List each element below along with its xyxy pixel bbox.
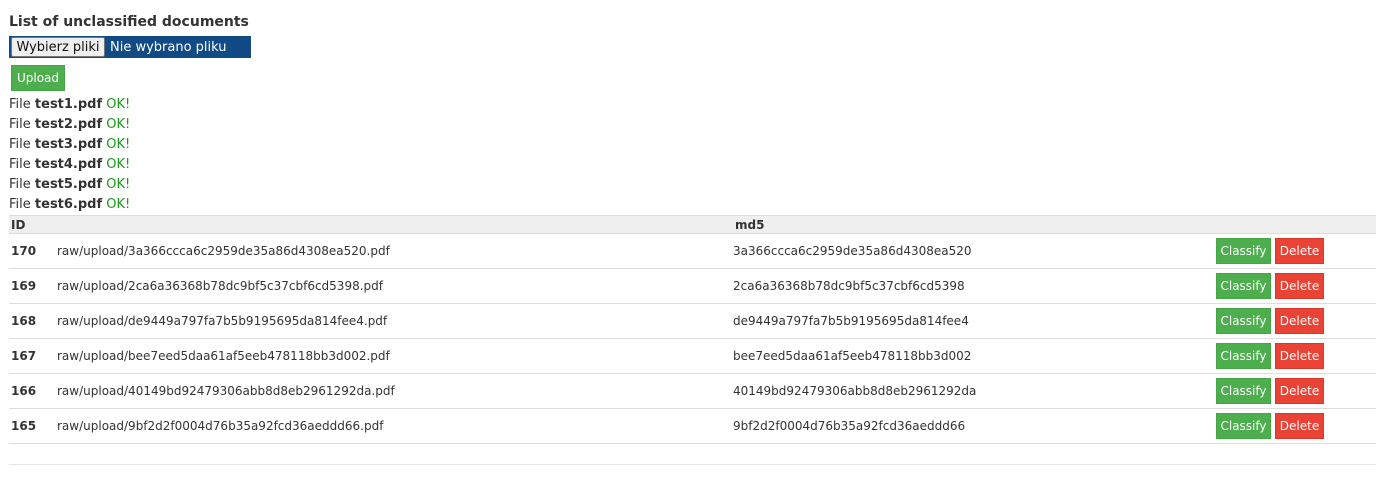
row-path: raw/upload/bee7eed5daa61af5eeb478118bb3d… [55, 338, 733, 374]
status-ok: OK! [106, 117, 131, 132]
status-prefix: File [9, 97, 31, 112]
table-row: 166 raw/upload/40149bd92479306abb8d8eb29… [9, 373, 1376, 409]
delete-button[interactable]: Delete [1275, 308, 1324, 334]
status-filename: test6.pdf [34, 197, 103, 212]
row-md5: 3a366ccca6c2959de35a86d4308ea520 [733, 233, 1216, 269]
status-ok: OK! [106, 97, 131, 112]
status-ok: OK! [106, 157, 131, 172]
status-prefix: File [9, 157, 31, 172]
row-actions: Classify Delete [1216, 303, 1376, 339]
row-id: 166 [9, 373, 55, 409]
no-file-selected-text: Nie wybrano pliku [110, 39, 227, 55]
row-id: 170 [9, 233, 55, 269]
row-id: 167 [9, 338, 55, 374]
upload-status-item: File test4.pdf OK! [9, 156, 130, 176]
documents-table: ID md5 170 raw/upload/3a366ccca6c2959de3… [9, 215, 1376, 444]
row-id: 168 [9, 303, 55, 339]
status-filename: test3.pdf [34, 137, 103, 152]
table-header-row: ID md5 [9, 215, 1376, 234]
upload-status-item: File test3.pdf OK! [9, 136, 130, 156]
status-ok: OK! [106, 137, 131, 152]
header-md5: md5 [733, 215, 1216, 234]
row-path: raw/upload/9bf2d2f0004d76b35a92fcd36aedd… [55, 408, 733, 444]
status-filename: test5.pdf [34, 177, 103, 192]
status-filename: test1.pdf [34, 97, 103, 112]
footer-divider [9, 464, 1376, 465]
row-path: raw/upload/3a366ccca6c2959de35a86d4308ea… [55, 233, 733, 269]
status-ok: OK! [106, 177, 131, 192]
status-prefix: File [9, 197, 31, 212]
upload-status-item: File test1.pdf OK! [9, 96, 130, 116]
row-actions: Classify Delete [1216, 233, 1376, 269]
delete-button[interactable]: Delete [1275, 378, 1324, 404]
row-actions: Classify Delete [1216, 268, 1376, 304]
row-md5: bee7eed5daa61af5eeb478118bb3d002 [733, 338, 1216, 374]
classify-button[interactable]: Classify [1216, 378, 1271, 404]
table-row: 167 raw/upload/bee7eed5daa61af5eeb478118… [9, 338, 1376, 374]
row-actions: Classify Delete [1216, 408, 1376, 444]
status-ok: OK! [106, 197, 131, 212]
status-filename: test2.pdf [34, 117, 103, 132]
choose-files-button[interactable]: Wybierz pliki [11, 37, 105, 57]
classify-button[interactable]: Classify [1216, 238, 1271, 264]
upload-status-item: File test5.pdf OK! [9, 176, 130, 196]
row-md5: 9bf2d2f0004d76b35a92fcd36aeddd66 [733, 408, 1216, 444]
status-prefix: File [9, 117, 31, 132]
row-path: raw/upload/de9449a797fa7b5b9195695da814f… [55, 303, 733, 339]
classify-button[interactable]: Classify [1216, 343, 1271, 369]
row-id: 169 [9, 268, 55, 304]
upload-button[interactable]: Upload [11, 65, 65, 91]
row-actions: Classify Delete [1216, 338, 1376, 374]
classify-button[interactable]: Classify [1216, 273, 1271, 299]
delete-button[interactable]: Delete [1275, 413, 1324, 439]
header-id: ID [9, 215, 55, 234]
table-row: 168 raw/upload/de9449a797fa7b5b9195695da… [9, 303, 1376, 339]
row-path: raw/upload/40149bd92479306abb8d8eb296129… [55, 373, 733, 409]
upload-status-item: File test6.pdf OK! [9, 196, 130, 216]
row-path: raw/upload/2ca6a36368b78dc9bf5c37cbf6cd5… [55, 268, 733, 304]
upload-status-list: File test1.pdf OK! File test2.pdf OK! Fi… [9, 96, 130, 216]
status-prefix: File [9, 177, 31, 192]
classify-button[interactable]: Classify [1216, 308, 1271, 334]
table-row: 169 raw/upload/2ca6a36368b78dc9bf5c37cbf… [9, 268, 1376, 304]
delete-button[interactable]: Delete [1275, 343, 1324, 369]
row-md5: 2ca6a36368b78dc9bf5c37cbf6cd5398 [733, 268, 1216, 304]
upload-status-item: File test2.pdf OK! [9, 116, 130, 136]
table-row: 170 raw/upload/3a366ccca6c2959de35a86d43… [9, 233, 1376, 269]
row-actions: Classify Delete [1216, 373, 1376, 409]
delete-button[interactable]: Delete [1275, 238, 1324, 264]
row-md5: de9449a797fa7b5b9195695da814fee4 [733, 303, 1216, 339]
delete-button[interactable]: Delete [1275, 273, 1324, 299]
classify-button[interactable]: Classify [1216, 413, 1271, 439]
header-path [55, 215, 733, 234]
page-title: List of unclassified documents [9, 14, 249, 30]
row-id: 165 [9, 408, 55, 444]
header-actions [1216, 215, 1376, 234]
file-input[interactable]: Wybierz pliki Nie wybrano pliku [9, 36, 251, 58]
status-filename: test4.pdf [34, 157, 103, 172]
table-row: 165 raw/upload/9bf2d2f0004d76b35a92fcd36… [9, 408, 1376, 444]
row-md5: 40149bd92479306abb8d8eb2961292da [733, 373, 1216, 409]
status-prefix: File [9, 137, 31, 152]
